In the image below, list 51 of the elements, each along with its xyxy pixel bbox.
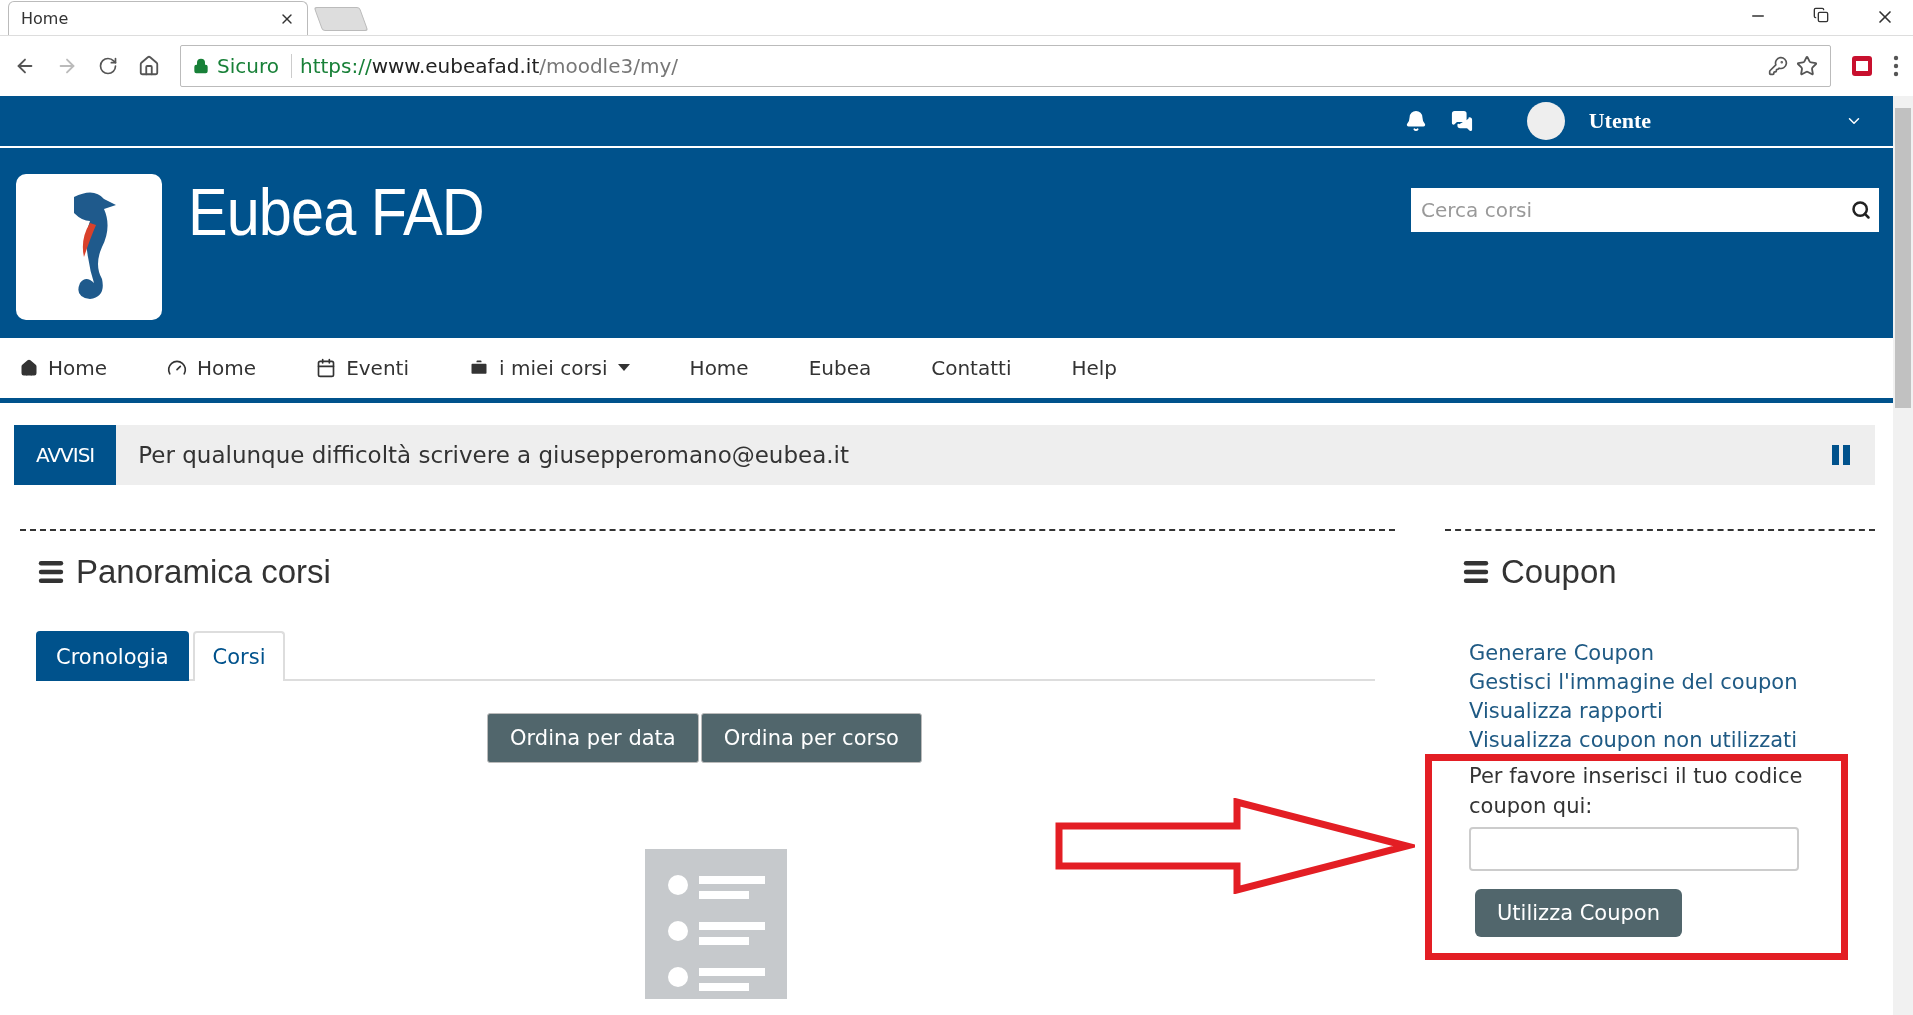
user-name[interactable]: Utente [1588, 108, 1651, 134]
tab-title: Home [21, 9, 69, 28]
url-text: https://www.eubeafad.it/moodle3/my/ [299, 54, 678, 78]
scrollbar[interactable] [1893, 96, 1913, 1015]
nav-link[interactable]: Home [689, 356, 749, 380]
home-icon[interactable] [138, 55, 160, 77]
avatar[interactable] [1526, 102, 1565, 140]
key-icon[interactable] [1768, 56, 1788, 76]
coupon-link[interactable]: Gestisci l'immagine del coupon [1469, 668, 1798, 697]
secure-label: Sicuro [217, 54, 292, 78]
nav-link[interactable]: Home [20, 356, 108, 380]
search-field[interactable]: Cerca corsi [1411, 188, 1879, 232]
coupon-link[interactable]: Visualizza coupon non utilizzati [1469, 726, 1798, 755]
briefcase-icon [469, 358, 489, 378]
nav-link[interactable]: Eubea [808, 356, 872, 380]
block-title: Coupon [1461, 553, 1875, 591]
coupon-link[interactable]: Visualizza rapporti [1469, 697, 1663, 726]
empty-list-icon [644, 849, 787, 999]
coupon-link[interactable]: Generare Coupon [1469, 639, 1654, 668]
coupon-code-field[interactable] [1469, 827, 1799, 871]
block-title: Panoramica corsi [36, 553, 1395, 591]
star-icon[interactable] [1796, 55, 1818, 77]
restore-icon[interactable] [1813, 7, 1829, 23]
lock-icon [193, 58, 209, 74]
nav-link[interactable]: Contatti [931, 356, 1012, 380]
search-icon[interactable] [1851, 200, 1871, 220]
address-bar[interactable]: Sicuro https://www.eubeafad.it/moodle3/my/ [180, 45, 1831, 87]
bell-icon[interactable] [1404, 110, 1427, 132]
chat-icon[interactable] [1450, 110, 1473, 132]
sort-button[interactable]: Ordina per data [487, 713, 699, 763]
menu-icon[interactable] [1893, 55, 1899, 77]
notice-text: Per qualunque difficoltà scrivere a giusepperomano@eubea.it [137, 442, 850, 468]
nav-link[interactable]: Help [1071, 356, 1118, 380]
sort-button[interactable]: Ordina per corso [700, 713, 922, 763]
gauge-icon [167, 358, 188, 378]
site-name: Eubea FAD [188, 174, 484, 250]
use-coupon-button[interactable]: Utilizza Coupon [1475, 889, 1682, 937]
nav-link[interactable]: Eventi [316, 356, 409, 380]
tab[interactable]: Cronologia [36, 631, 189, 681]
calendar-icon [316, 358, 337, 378]
browser-tab[interactable]: Home [8, 1, 308, 35]
tab[interactable]: Corsi [192, 631, 286, 681]
pause-icon[interactable] [1831, 444, 1851, 466]
notice-label: AVVISI [14, 425, 117, 485]
reload-icon[interactable] [98, 56, 118, 76]
home-icon [20, 359, 38, 377]
nav-link[interactable]: Home [167, 356, 257, 380]
nav-link[interactable]: i miei corsi [469, 356, 630, 380]
coupon-prompt: Per favore inserisci il tuo codice coupon qui: [1469, 763, 1804, 820]
extension-icon[interactable] [1851, 55, 1873, 77]
logo[interactable] [16, 174, 162, 320]
